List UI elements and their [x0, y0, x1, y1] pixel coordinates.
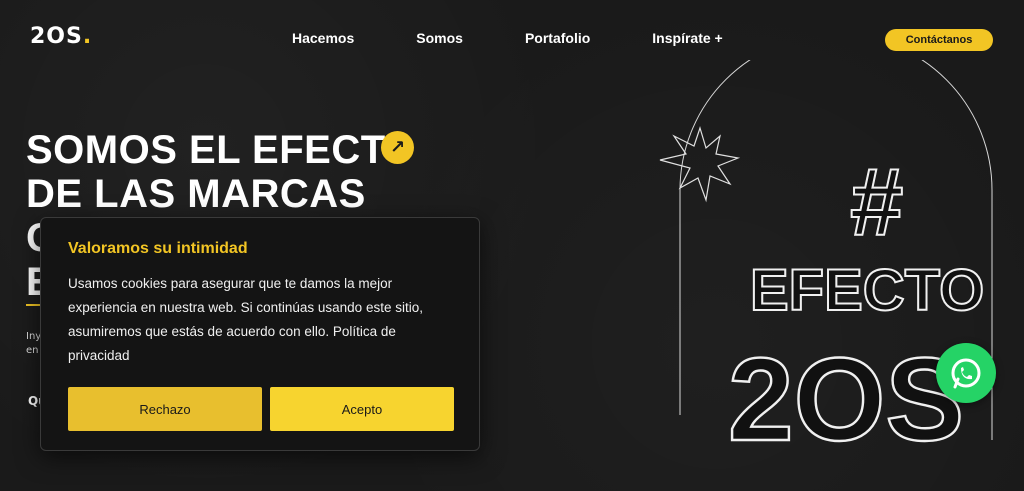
hero-subtitle-line-1: Iny: [26, 331, 42, 342]
reject-button[interactable]: Rechazo: [68, 387, 262, 431]
logo-text: 2OS: [30, 24, 83, 49]
cookie-consent-dialog: Valoramos su intimidad Usamos cookies pa…: [40, 217, 480, 451]
whatsapp-icon: [951, 358, 981, 389]
main-nav: Hacemos Somos Portafolio Inspírate +: [292, 30, 785, 46]
art-hash: #: [850, 149, 903, 256]
nav-item-hacemos[interactable]: Hacemos: [292, 30, 354, 46]
art-2os: 2OS: [728, 334, 964, 466]
logo-dot: .: [82, 24, 93, 49]
cookie-body: Usamos cookies para asegurar que te damo…: [68, 276, 423, 363]
art-efecto: EFECTO: [750, 258, 984, 323]
hero-illustration: # EFECTO 2OS: [659, 60, 993, 467]
hero-subtitle-line-2: en: [26, 345, 39, 356]
accept-button[interactable]: Acepto: [270, 387, 454, 431]
contact-button[interactable]: Contáctanos: [885, 29, 993, 51]
starburst-icon: [659, 126, 741, 203]
logo[interactable]: 2OS.: [30, 24, 92, 49]
hero-title-line-1: SOMOS EL EFECT: [26, 128, 386, 172]
cookie-buttons: Rechazo Acepto: [68, 387, 454, 431]
hero-title-line-2: DE LAS MARCAS: [26, 172, 366, 216]
cookie-title: Valoramos su intimidad: [68, 240, 248, 257]
hero-subtitle: Iny en: [26, 330, 41, 358]
nav-item-inspirate[interactable]: Inspírate +: [652, 30, 722, 46]
arrow-up-right-icon[interactable]: ↗: [381, 131, 414, 164]
nav-item-somos[interactable]: Somos: [416, 30, 463, 46]
nav-item-portafolio[interactable]: Portafolio: [525, 30, 590, 46]
whatsapp-button[interactable]: [936, 343, 996, 403]
